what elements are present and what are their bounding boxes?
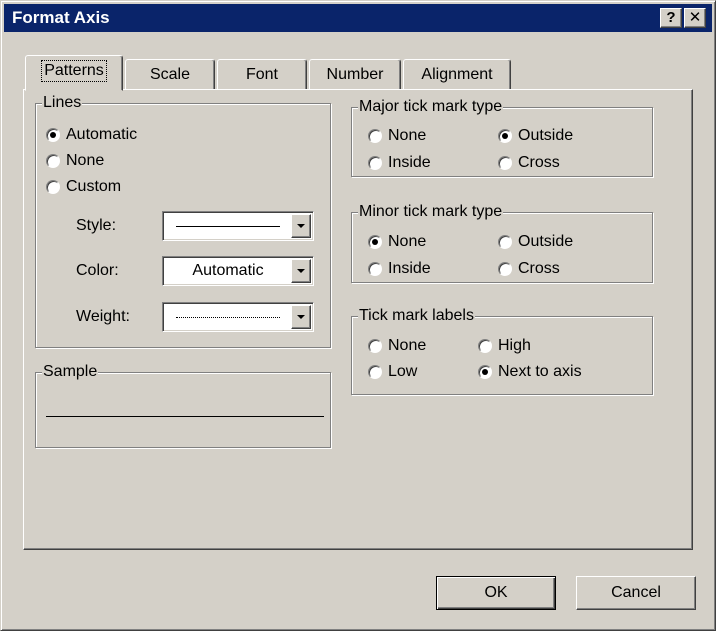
major-inside-radio[interactable]: Inside bbox=[368, 153, 431, 173]
tab-font[interactable]: Font bbox=[217, 59, 307, 91]
lines-custom-radio[interactable]: Custom bbox=[46, 177, 121, 197]
radio-icon bbox=[368, 262, 382, 276]
chevron-down-icon[interactable] bbox=[291, 259, 311, 283]
lines-group: Lines Automatic None Custom Style: Color… bbox=[35, 93, 331, 348]
radio-icon bbox=[498, 156, 512, 170]
tab-patterns[interactable]: Patterns bbox=[25, 55, 123, 91]
radio-icon bbox=[368, 339, 382, 353]
style-label: Style: bbox=[76, 217, 117, 234]
sample-group-label: Sample bbox=[42, 362, 99, 382]
radio-label: Custom bbox=[66, 178, 122, 195]
radio-label: Automatic bbox=[66, 126, 138, 143]
style-preview bbox=[165, 214, 291, 238]
tab-label: Patterns bbox=[41, 60, 107, 82]
help-icon: ? bbox=[666, 9, 676, 26]
radio-label: Outside bbox=[518, 233, 574, 250]
cancel-button[interactable]: Cancel bbox=[576, 576, 696, 610]
sample-line bbox=[46, 416, 324, 417]
tab-alignment[interactable]: Alignment bbox=[403, 59, 511, 91]
tab-label: Alignment bbox=[421, 66, 493, 83]
weight-dropdown[interactable] bbox=[162, 302, 314, 332]
tab-number[interactable]: Number bbox=[309, 59, 401, 91]
radio-label: Cross bbox=[518, 154, 560, 171]
tab-label: Scale bbox=[149, 66, 191, 83]
cancel-button-label: Cancel bbox=[611, 584, 661, 601]
radio-icon bbox=[478, 339, 492, 353]
radio-label: None bbox=[388, 233, 427, 250]
radio-icon bbox=[498, 129, 512, 143]
tab-scale[interactable]: Scale bbox=[125, 59, 215, 91]
radio-icon bbox=[368, 156, 382, 170]
minor-tick-group-label: Minor tick mark type bbox=[358, 202, 504, 222]
labels-none-radio[interactable]: None bbox=[368, 336, 426, 356]
radio-icon bbox=[46, 154, 60, 168]
radio-label: None bbox=[388, 127, 427, 144]
radio-label: Cross bbox=[518, 260, 560, 277]
tab-label: Font bbox=[245, 66, 278, 83]
radio-label: Low bbox=[388, 363, 418, 380]
major-cross-radio[interactable]: Cross bbox=[498, 153, 560, 173]
tick-labels-group: Tick mark labels None High Low Next to a… bbox=[351, 306, 653, 395]
minor-outside-radio[interactable]: Outside bbox=[498, 232, 573, 252]
window-title: Format Axis bbox=[12, 8, 110, 27]
radio-icon bbox=[46, 180, 60, 194]
labels-high-radio[interactable]: High bbox=[478, 336, 531, 356]
minor-inside-radio[interactable]: Inside bbox=[368, 259, 431, 279]
radio-icon bbox=[478, 365, 492, 379]
help-button[interactable]: ? bbox=[660, 8, 682, 28]
radio-label: Next to axis bbox=[498, 363, 582, 380]
weight-label: Weight: bbox=[76, 308, 130, 325]
radio-icon bbox=[498, 235, 512, 249]
close-button[interactable]: ✕ bbox=[684, 8, 706, 28]
minor-cross-radio[interactable]: Cross bbox=[498, 259, 560, 279]
ok-button[interactable]: OK bbox=[436, 576, 556, 610]
color-value: Automatic bbox=[192, 262, 264, 279]
major-none-radio[interactable]: None bbox=[368, 126, 426, 146]
radio-label: Inside bbox=[388, 260, 431, 277]
color-label: Color: bbox=[76, 262, 119, 279]
weight-preview bbox=[165, 305, 291, 329]
chevron-down-icon[interactable] bbox=[291, 214, 311, 238]
title-bar: Format Axis ? ✕ bbox=[4, 4, 712, 32]
radio-icon bbox=[368, 129, 382, 143]
style-dropdown[interactable] bbox=[162, 211, 314, 241]
labels-low-radio[interactable]: Low bbox=[368, 362, 417, 382]
radio-icon bbox=[498, 262, 512, 276]
sample-group: Sample bbox=[35, 362, 331, 448]
major-outside-radio[interactable]: Outside bbox=[498, 126, 573, 146]
color-dropdown[interactable]: Automatic bbox=[162, 256, 314, 286]
radio-icon bbox=[368, 235, 382, 249]
patterns-tab-panel: Lines Automatic None Custom Style: Color… bbox=[23, 89, 693, 550]
chevron-down-icon[interactable] bbox=[291, 305, 311, 329]
radio-label: None bbox=[388, 337, 427, 354]
major-tick-group: Major tick mark type None Outside Inside… bbox=[351, 97, 653, 177]
labels-next-to-axis-radio[interactable]: Next to axis bbox=[478, 362, 582, 382]
lines-automatic-radio[interactable]: Automatic bbox=[46, 125, 137, 145]
close-icon: ✕ bbox=[688, 9, 702, 26]
minor-none-radio[interactable]: None bbox=[368, 232, 426, 252]
major-tick-group-label: Major tick mark type bbox=[358, 97, 504, 117]
tick-labels-group-label: Tick mark labels bbox=[358, 306, 475, 326]
radio-icon bbox=[46, 128, 60, 142]
lines-group-label: Lines bbox=[42, 93, 83, 113]
tab-label: Number bbox=[326, 66, 384, 83]
radio-label: Inside bbox=[388, 154, 431, 171]
minor-tick-group: Minor tick mark type None Outside Inside… bbox=[351, 202, 653, 283]
radio-label: High bbox=[498, 337, 531, 354]
lines-none-radio[interactable]: None bbox=[46, 151, 104, 171]
format-axis-dialog: Format Axis ? ✕ Patterns Scale Font Numb… bbox=[0, 0, 716, 631]
radio-icon bbox=[368, 365, 382, 379]
ok-button-label: OK bbox=[484, 584, 508, 601]
radio-label: Outside bbox=[518, 127, 574, 144]
radio-label: None bbox=[66, 152, 105, 169]
